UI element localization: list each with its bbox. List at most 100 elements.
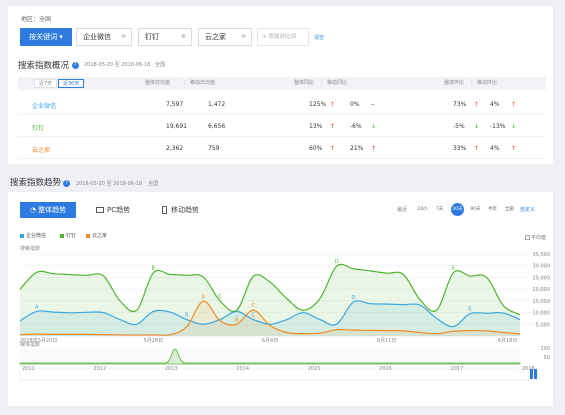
point-label: B xyxy=(152,266,156,272)
help-icon[interactable]: ? xyxy=(71,62,79,69)
header-divider: | xyxy=(471,80,473,86)
filter-panel: 地区：全国 按关键词 ▾ 企业微信 ⊗ 钉钉 ⊗ 云之家 ⊗ + 添加对比词 清… xyxy=(8,6,553,164)
trend-title: 搜索指数趋势 xyxy=(10,178,62,188)
range-90d-button[interactable]: 90天 xyxy=(469,203,482,216)
mobile-avg-cell: 759 xyxy=(208,145,220,152)
overall-avg-cell: 7,597 xyxy=(166,101,184,108)
x-tick-label: 5月28日 xyxy=(144,338,164,344)
clear-link[interactable]: 清空 xyxy=(314,34,324,41)
phone-icon xyxy=(162,206,167,214)
overview-y-tick: 100 xyxy=(540,346,550,352)
range-all-button[interactable]: 全部 xyxy=(503,203,516,216)
x-tick-label: 6月4日 xyxy=(262,338,278,344)
overall-qoq-cell: 73% xyxy=(453,101,467,108)
overview-scope: 全国 xyxy=(155,62,166,68)
header-overall-avg: 整体日均值 xyxy=(145,80,171,86)
point-label: A xyxy=(202,294,206,300)
y-axis-label: 搜索指数 xyxy=(20,245,40,252)
legend-item-1[interactable]: 企业微信 xyxy=(20,232,46,239)
remove-icon[interactable]: ⊗ xyxy=(241,29,246,45)
year-tick-label: 2014 xyxy=(236,366,249,372)
overview-y-tick: 50 xyxy=(544,355,550,361)
trend-date-range: 2018-05-20 至 2018-06-18 xyxy=(75,181,143,187)
point-label: E xyxy=(468,307,471,313)
y-tick-label: 5,000 xyxy=(536,322,550,328)
navigator-handle-right[interactable] xyxy=(534,369,537,379)
trend-panel: ◔ 整体趋势 PC趋势 移动趋势 最近 24小 7天 30天 90天 半年 全部… xyxy=(8,192,553,406)
legend-item-3[interactable]: 云之家 xyxy=(86,232,107,239)
table-row: 企业微信 7,597 1,472 125% ↑ 0% –73% ↑ 4% ↑ xyxy=(18,93,546,115)
table-row: 云之家 2,362 759 60% ↑ 21% ↑ 33% ↑ 4% ↑ xyxy=(18,137,546,159)
keyword-link[interactable]: 企业微信 xyxy=(32,101,56,110)
arrow-up-icon: ↑ xyxy=(330,123,336,130)
period-30d-button[interactable]: 近30天 xyxy=(58,79,85,88)
arrow-up-icon: ↑ xyxy=(511,145,517,152)
keyword-link[interactable]: 云之家 xyxy=(32,145,50,154)
header-overall-yoy: 整体同比 xyxy=(294,80,315,86)
help-icon[interactable]: ? xyxy=(62,180,70,187)
keyword-chip-label: 云之家 xyxy=(205,33,226,41)
overall-qoq-cell: -5% xyxy=(453,123,465,130)
keyword-link[interactable]: 钉钉 xyxy=(32,123,44,132)
tab-mobile-trend[interactable]: 移动趋势 xyxy=(162,202,199,218)
mobile-qoq-cell: -13% xyxy=(490,123,506,130)
year-tick-label: 2012 xyxy=(93,366,106,372)
keyword-chip-label: 企业微信 xyxy=(83,33,111,41)
point-label: E xyxy=(452,266,455,272)
table-header xyxy=(18,77,546,90)
legend-label: 钉钉 xyxy=(66,233,77,239)
range-24h-button[interactable]: 24小 xyxy=(416,203,429,216)
point-label: C xyxy=(252,313,256,319)
trend-title-bar: 搜索指数趋势 ? 2018-05-20 至 2018-06-18 全国 xyxy=(10,176,158,188)
overall-avg-cell: 19,691 xyxy=(166,123,187,130)
range-30d-button[interactable]: 30天 xyxy=(451,203,464,216)
legend-label: 企业微信 xyxy=(26,233,47,239)
region-label[interactable]: 地区：全国 xyxy=(21,14,51,23)
mobile-avg-cell: 1,472 xyxy=(208,101,226,108)
tab-label: 整体趋势 xyxy=(38,206,67,214)
tab-overall-trend[interactable]: ◔ 整体趋势 xyxy=(20,202,76,218)
navigator-handle-left[interactable] xyxy=(530,369,533,379)
x-tick-label: 6月18日 xyxy=(498,338,518,344)
overall-yoy-cell: 125% xyxy=(309,101,327,108)
overview-date-text: 2018-05-20 至 2018-06-18 xyxy=(84,62,151,68)
mobile-yoy-cell: 0% xyxy=(350,101,360,108)
mobile-avg-cell: 6,656 xyxy=(208,123,226,130)
tab-pc-trend[interactable]: PC趋势 xyxy=(96,202,130,218)
point-label: A xyxy=(35,304,39,310)
y-tick-label: 30,000 xyxy=(533,264,551,270)
header-mobile-avg: 移动日均值 xyxy=(190,80,216,86)
flat-icon: – xyxy=(371,101,374,108)
y-tick-label: 20,000 xyxy=(533,287,551,293)
legend-swatch xyxy=(86,233,90,238)
add-compare-button[interactable]: + 添加对比词 xyxy=(257,28,309,46)
overview-title: 搜索指数概况 ? xyxy=(18,59,79,71)
arrow-up-icon: ↑ xyxy=(371,145,377,152)
header-divider: | xyxy=(321,80,323,86)
header-mobile-yoy: 移动同比 xyxy=(327,80,348,86)
point-label: C xyxy=(252,303,256,309)
overall-yoy-cell: 60% xyxy=(309,145,323,152)
range-halfyear-button[interactable]: 半年 xyxy=(486,203,499,216)
caret-down-icon: ▾ xyxy=(59,33,63,41)
keyword-chip-2[interactable]: 钉钉 ⊗ xyxy=(138,28,192,46)
overview-date-range: 2018-05-20 至 2018-06-18 全国 xyxy=(84,61,165,68)
mobile-qoq-cell: 4% xyxy=(490,101,500,108)
remove-icon[interactable]: ⊗ xyxy=(181,29,186,45)
tab-label: PC趋势 xyxy=(107,206,131,214)
tab-label: 移动趋势 xyxy=(171,206,199,214)
keyword-chip-1[interactable]: 企业微信 ⊗ xyxy=(76,28,132,46)
y-tick-label: 15,000 xyxy=(533,299,551,305)
keyword-chip-3[interactable]: 云之家 ⊗ xyxy=(198,28,252,46)
range-custom-button[interactable]: 自定义 xyxy=(520,206,535,213)
remove-icon[interactable]: ⊗ xyxy=(121,29,126,45)
search-type-dropdown[interactable]: 按关键词 ▾ xyxy=(20,28,72,46)
year-tick-label: 2017 xyxy=(451,366,464,372)
legend-item-2[interactable]: 钉钉 xyxy=(60,232,76,239)
arrow-up-icon: ↑ xyxy=(330,145,336,152)
trend-chart[interactable]: 搜索指数 35,000 30,000 25,000 20,000 15,000 10,000… xyxy=(8,240,553,406)
range-7d-button[interactable]: 7天 xyxy=(433,203,446,216)
arrow-down-icon: ↓ xyxy=(511,123,517,130)
period-7d-button[interactable]: 近7天 xyxy=(34,79,58,88)
year-tick-label: 2015 xyxy=(308,366,321,372)
